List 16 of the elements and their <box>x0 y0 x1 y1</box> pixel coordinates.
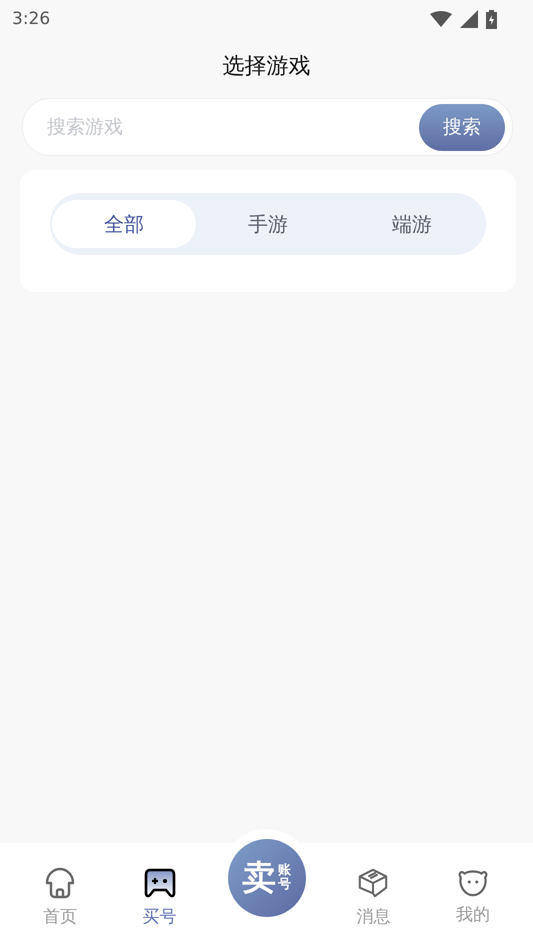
box-icon <box>357 867 390 899</box>
status-time: 3:26 <box>12 9 50 29</box>
filter-tab[interactable]: 端游 <box>340 200 484 248</box>
nav-tab[interactable]: 我的 <box>423 843 523 927</box>
nav-tab[interactable]: 首页 <box>10 843 110 929</box>
battery-icon <box>486 10 497 28</box>
filter-tab[interactable]: 手游 <box>196 200 340 248</box>
nav-tab[interactable]: 消息 <box>324 843 424 929</box>
search-field[interactable]: 搜索游戏 搜索 <box>22 98 513 156</box>
gamepad-icon <box>144 867 176 899</box>
page-title: 选择游戏 <box>222 53 312 81</box>
search-button[interactable]: 搜索 <box>419 104 505 150</box>
nav-tab[interactable]: 买号 <box>110 843 210 929</box>
signal-icon <box>460 10 478 28</box>
wifi-icon <box>430 11 452 27</box>
filter-tab[interactable]: 全部 <box>52 200 196 248</box>
